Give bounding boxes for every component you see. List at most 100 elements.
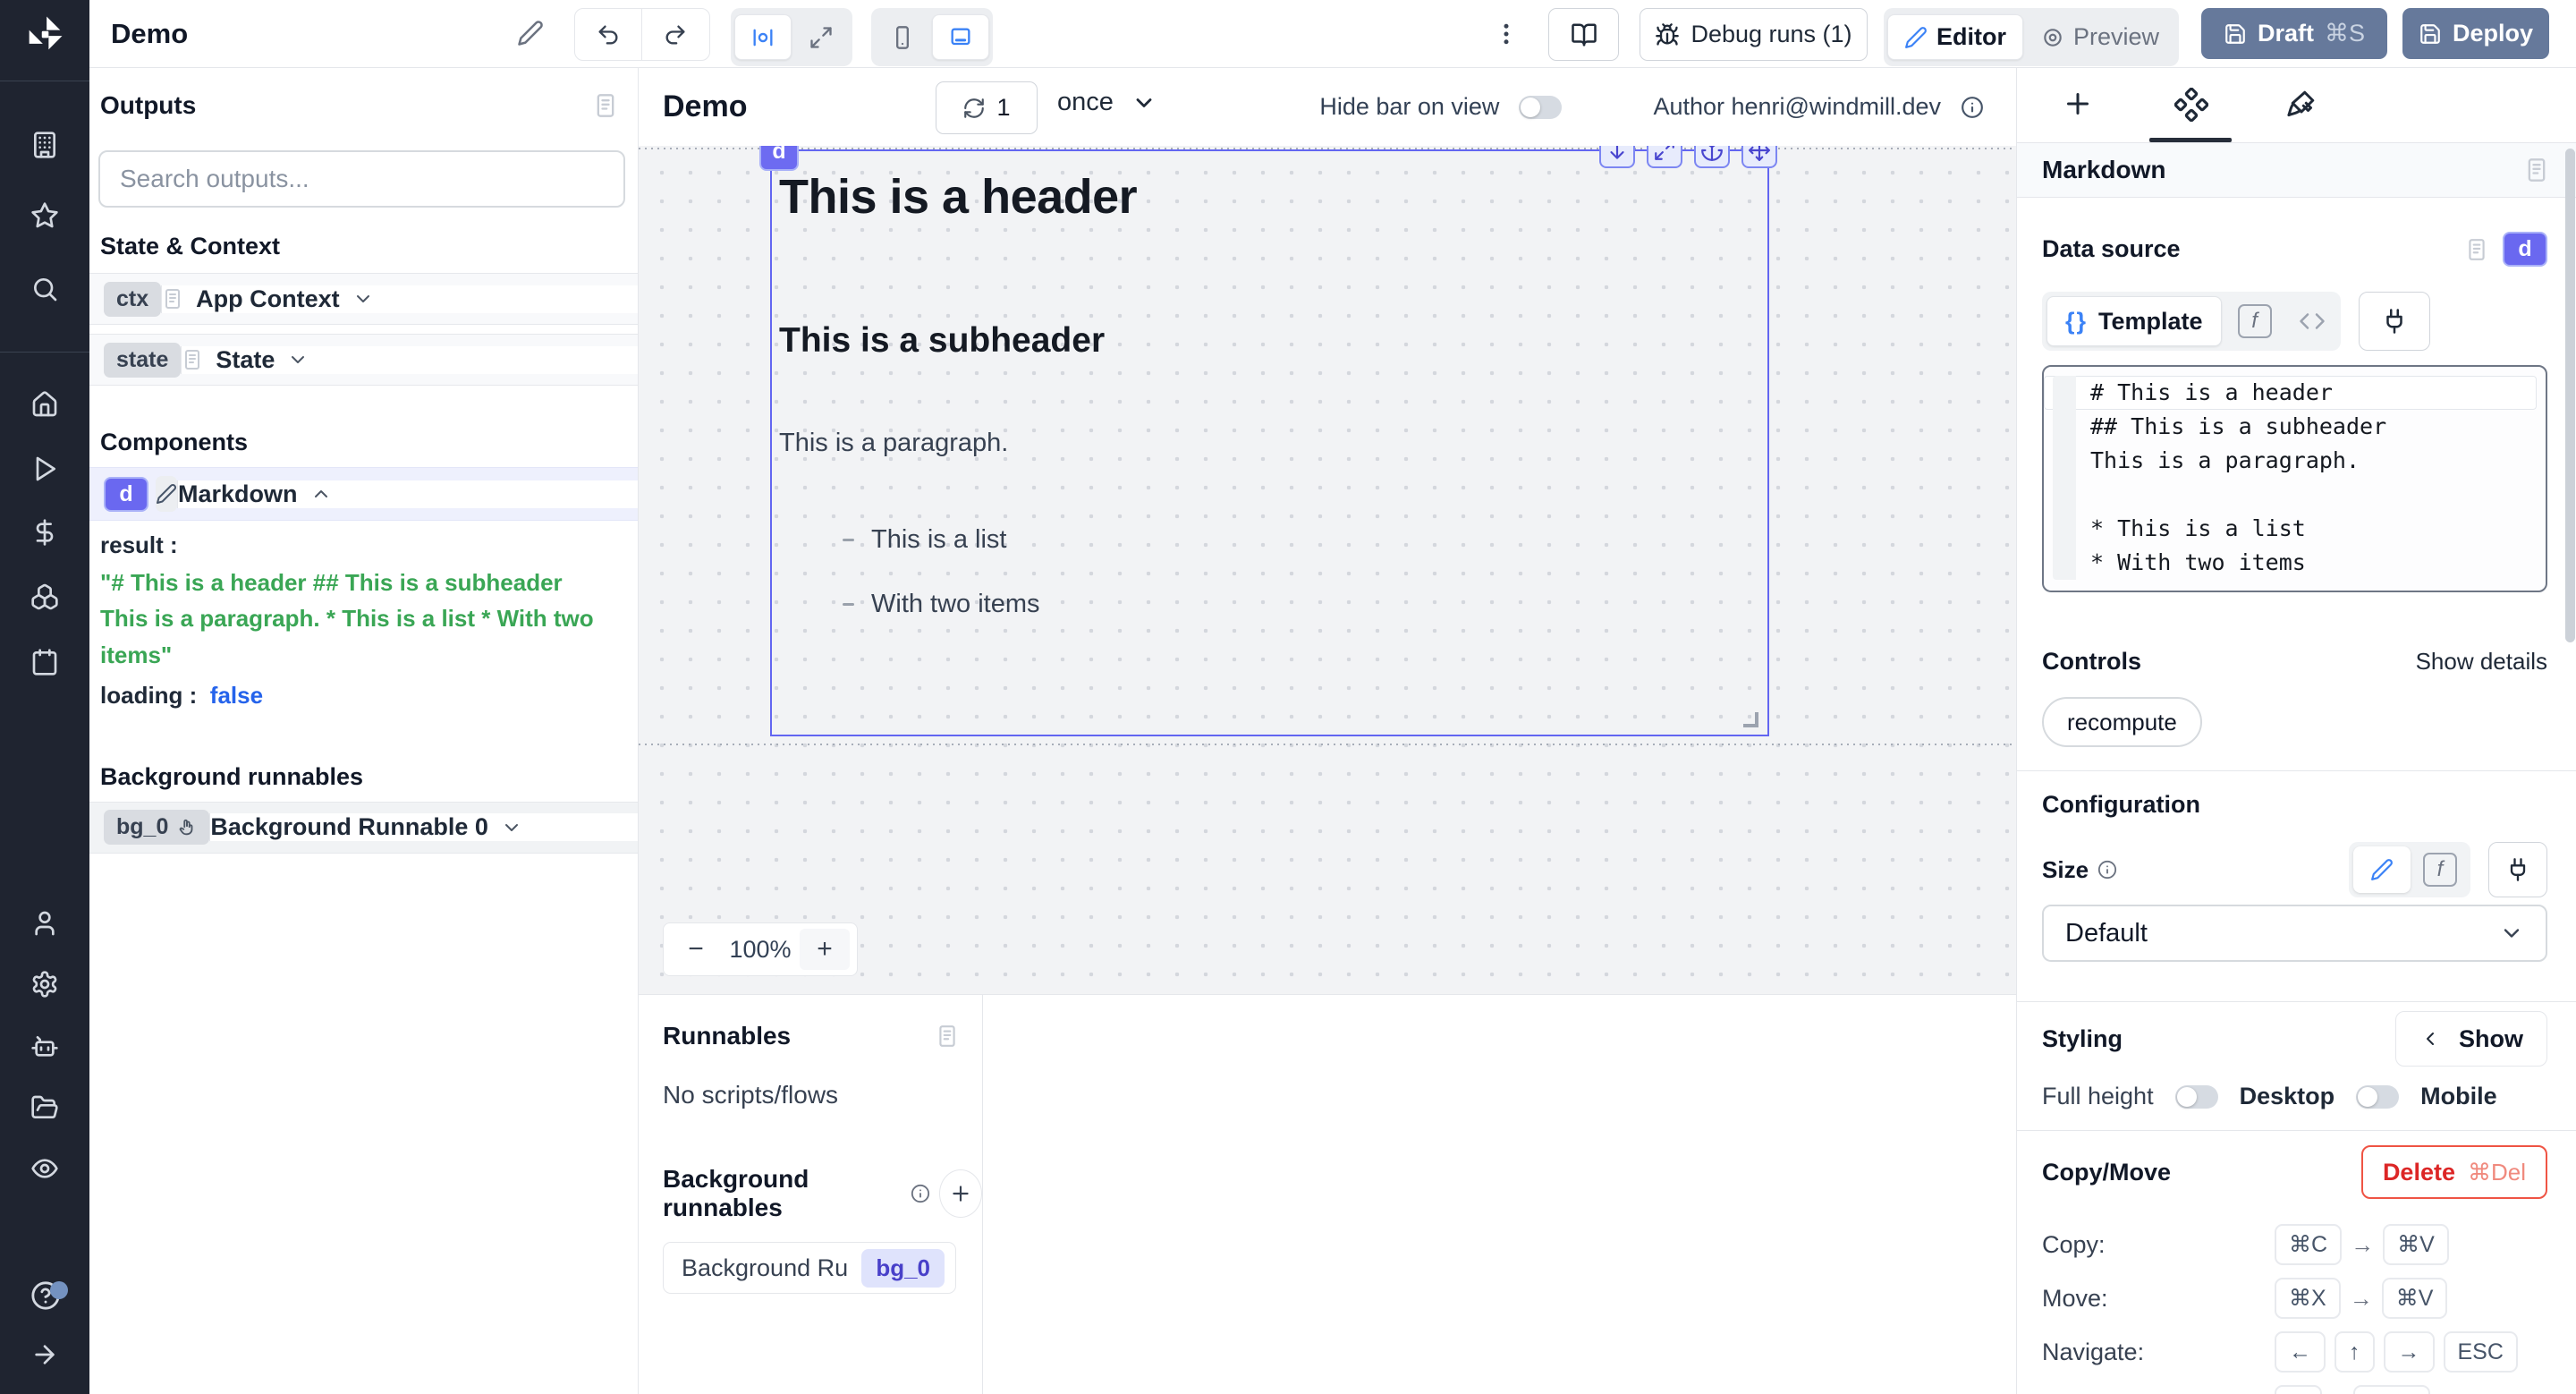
schedules-icon[interactable] bbox=[30, 648, 59, 676]
function-mode-icon[interactable]: f bbox=[2238, 304, 2272, 338]
code-line[interactable]: # This is a header bbox=[2044, 376, 2537, 410]
ctx-badge[interactable]: ctx bbox=[104, 282, 161, 317]
bot-icon[interactable] bbox=[30, 1033, 59, 1061]
more-menu-icon[interactable] bbox=[1493, 16, 1520, 52]
outputs-title: Outputs bbox=[100, 91, 196, 120]
size-function-icon[interactable]: f bbox=[2423, 853, 2457, 887]
bg0-badge[interactable]: bg_0 bbox=[104, 810, 209, 845]
code-line[interactable] bbox=[2044, 478, 2537, 512]
template-code-editor[interactable]: # This is a header ## This is a subheade… bbox=[2042, 365, 2547, 592]
docs-button[interactable] bbox=[1548, 8, 1619, 61]
draft-button[interactable]: Draft ⌘S bbox=[2201, 8, 2387, 59]
home-icon[interactable] bbox=[30, 390, 59, 419]
search-icon[interactable] bbox=[30, 275, 59, 303]
windmill-logo[interactable] bbox=[21, 11, 68, 57]
braces-icon: {} bbox=[2065, 308, 2088, 336]
styling-tab[interactable] bbox=[2285, 88, 2318, 120]
expand-down-button[interactable] bbox=[1599, 146, 1635, 168]
mobile-view-button[interactable] bbox=[875, 15, 930, 59]
doc-icon[interactable] bbox=[936, 1023, 959, 1050]
doc-icon[interactable] bbox=[2465, 236, 2488, 263]
bg0-row[interactable]: bg_0 Background Runnable 0 bbox=[89, 802, 638, 854]
code-line[interactable]: This is a paragraph. bbox=[2044, 444, 2537, 478]
edit-title-icon[interactable] bbox=[517, 20, 544, 47]
state-row[interactable]: state State bbox=[89, 334, 638, 386]
fullscreen-component-button[interactable] bbox=[1647, 146, 1682, 168]
doc-icon[interactable] bbox=[593, 91, 618, 120]
insert-component-tab[interactable] bbox=[2062, 88, 2094, 120]
collapse-sidebar-icon[interactable] bbox=[30, 1340, 59, 1369]
user-icon[interactable] bbox=[30, 909, 59, 938]
styling-show-button[interactable]: Show bbox=[2395, 1011, 2547, 1067]
desktop-view-button[interactable] bbox=[932, 14, 989, 60]
chevron-down-icon[interactable] bbox=[501, 817, 522, 838]
component-d-row[interactable]: d Markdown bbox=[89, 467, 638, 521]
app-canvas[interactable]: d This is a header This is a subheader T… bbox=[639, 146, 2016, 994]
bg-runnable-card[interactable]: Background Run... bg_0 bbox=[663, 1242, 956, 1294]
chevron-down-icon[interactable] bbox=[287, 349, 309, 370]
anchor-button[interactable] bbox=[1694, 146, 1730, 168]
redo-button[interactable] bbox=[641, 9, 708, 60]
size-static-button[interactable] bbox=[2353, 846, 2411, 893]
add-bg-runnable-button[interactable] bbox=[939, 1169, 982, 1218]
variables-icon[interactable] bbox=[30, 518, 59, 547]
component-id-badge[interactable]: d bbox=[2503, 232, 2547, 267]
code-line[interactable]: * With two items bbox=[2044, 546, 2537, 580]
component-id-badge[interactable]: d bbox=[104, 477, 148, 512]
deploy-button[interactable]: Deploy bbox=[2402, 8, 2549, 59]
chevron-down-icon[interactable] bbox=[352, 288, 374, 310]
fullscreen-layout-button[interactable] bbox=[793, 15, 849, 59]
show-details-link[interactable]: Show details bbox=[2416, 648, 2547, 676]
component-badge[interactable]: d bbox=[759, 146, 799, 171]
hide-bar-toggle[interactable] bbox=[1519, 96, 1562, 119]
eye-icon[interactable] bbox=[30, 1154, 59, 1183]
centered-layout-button[interactable] bbox=[734, 14, 792, 60]
connect-plug-button[interactable] bbox=[2359, 292, 2430, 351]
ctx-row[interactable]: ctx App Context bbox=[89, 273, 638, 325]
loading-label: loading bbox=[100, 682, 182, 709]
folder-icon[interactable] bbox=[30, 1093, 59, 1122]
markdown-list-item: With two items bbox=[843, 590, 1040, 619]
workspace-icon[interactable] bbox=[30, 131, 59, 159]
section-divider bbox=[2017, 1130, 2576, 1131]
code-line[interactable]: * This is a list bbox=[2044, 512, 2537, 546]
search-outputs-input[interactable] bbox=[118, 164, 606, 194]
doc-icon[interactable] bbox=[2524, 156, 2549, 184]
kbd-right: → bbox=[2384, 1331, 2435, 1373]
code-line[interactable]: ## This is a subheader bbox=[2044, 410, 2537, 444]
desktop-toggle[interactable] bbox=[2356, 1085, 2399, 1109]
list-bullet bbox=[843, 539, 854, 541]
size-select[interactable]: Default bbox=[2042, 905, 2547, 962]
connect-plug-button[interactable] bbox=[2488, 842, 2547, 897]
component-settings-tab[interactable] bbox=[2174, 88, 2208, 122]
editor-tab[interactable]: Editor bbox=[1887, 14, 2023, 60]
zoom-out-button[interactable]: − bbox=[671, 929, 721, 970]
canvas-column: Demo 1 once Hide bar on view Author henr… bbox=[639, 68, 2016, 1394]
delete-button[interactable]: Delete ⌘Del bbox=[2361, 1145, 2547, 1199]
zoom-in-button[interactable]: + bbox=[800, 929, 850, 970]
runs-icon[interactable] bbox=[30, 455, 59, 483]
debug-runs-button[interactable]: Debug runs (1) bbox=[1640, 8, 1868, 61]
selected-markdown-component[interactable]: d This is a header This is a subheader T… bbox=[770, 149, 1769, 736]
recompute-button[interactable]: recompute bbox=[2042, 697, 2202, 747]
preview-tab[interactable]: Preview bbox=[2025, 15, 2175, 59]
markdown-paragraph: This is a paragraph. bbox=[779, 429, 1008, 458]
chevron-up-icon[interactable] bbox=[310, 483, 332, 505]
resize-handle[interactable] bbox=[1743, 712, 1758, 727]
rename-component-icon[interactable] bbox=[156, 476, 177, 512]
undo-button[interactable] bbox=[575, 9, 641, 60]
move-button[interactable] bbox=[1741, 146, 1777, 168]
run-mode-select[interactable]: once bbox=[1057, 88, 1157, 117]
resources-icon[interactable] bbox=[30, 582, 59, 611]
chevron-down-icon bbox=[1131, 90, 1157, 115]
state-badge[interactable]: state bbox=[104, 343, 181, 378]
scrollbar-thumb[interactable] bbox=[2565, 149, 2575, 642]
refresh-button[interactable]: 1 bbox=[936, 81, 1038, 134]
settings-icon[interactable] bbox=[30, 970, 59, 999]
info-icon[interactable] bbox=[1961, 96, 1984, 119]
full-height-toggle[interactable] bbox=[2175, 1085, 2218, 1109]
desktop-label: Desktop bbox=[2240, 1083, 2335, 1110]
code-mode-icon[interactable] bbox=[2299, 308, 2326, 335]
favorites-icon[interactable] bbox=[30, 201, 59, 230]
template-mode-button[interactable]: {} Template bbox=[2046, 296, 2222, 346]
